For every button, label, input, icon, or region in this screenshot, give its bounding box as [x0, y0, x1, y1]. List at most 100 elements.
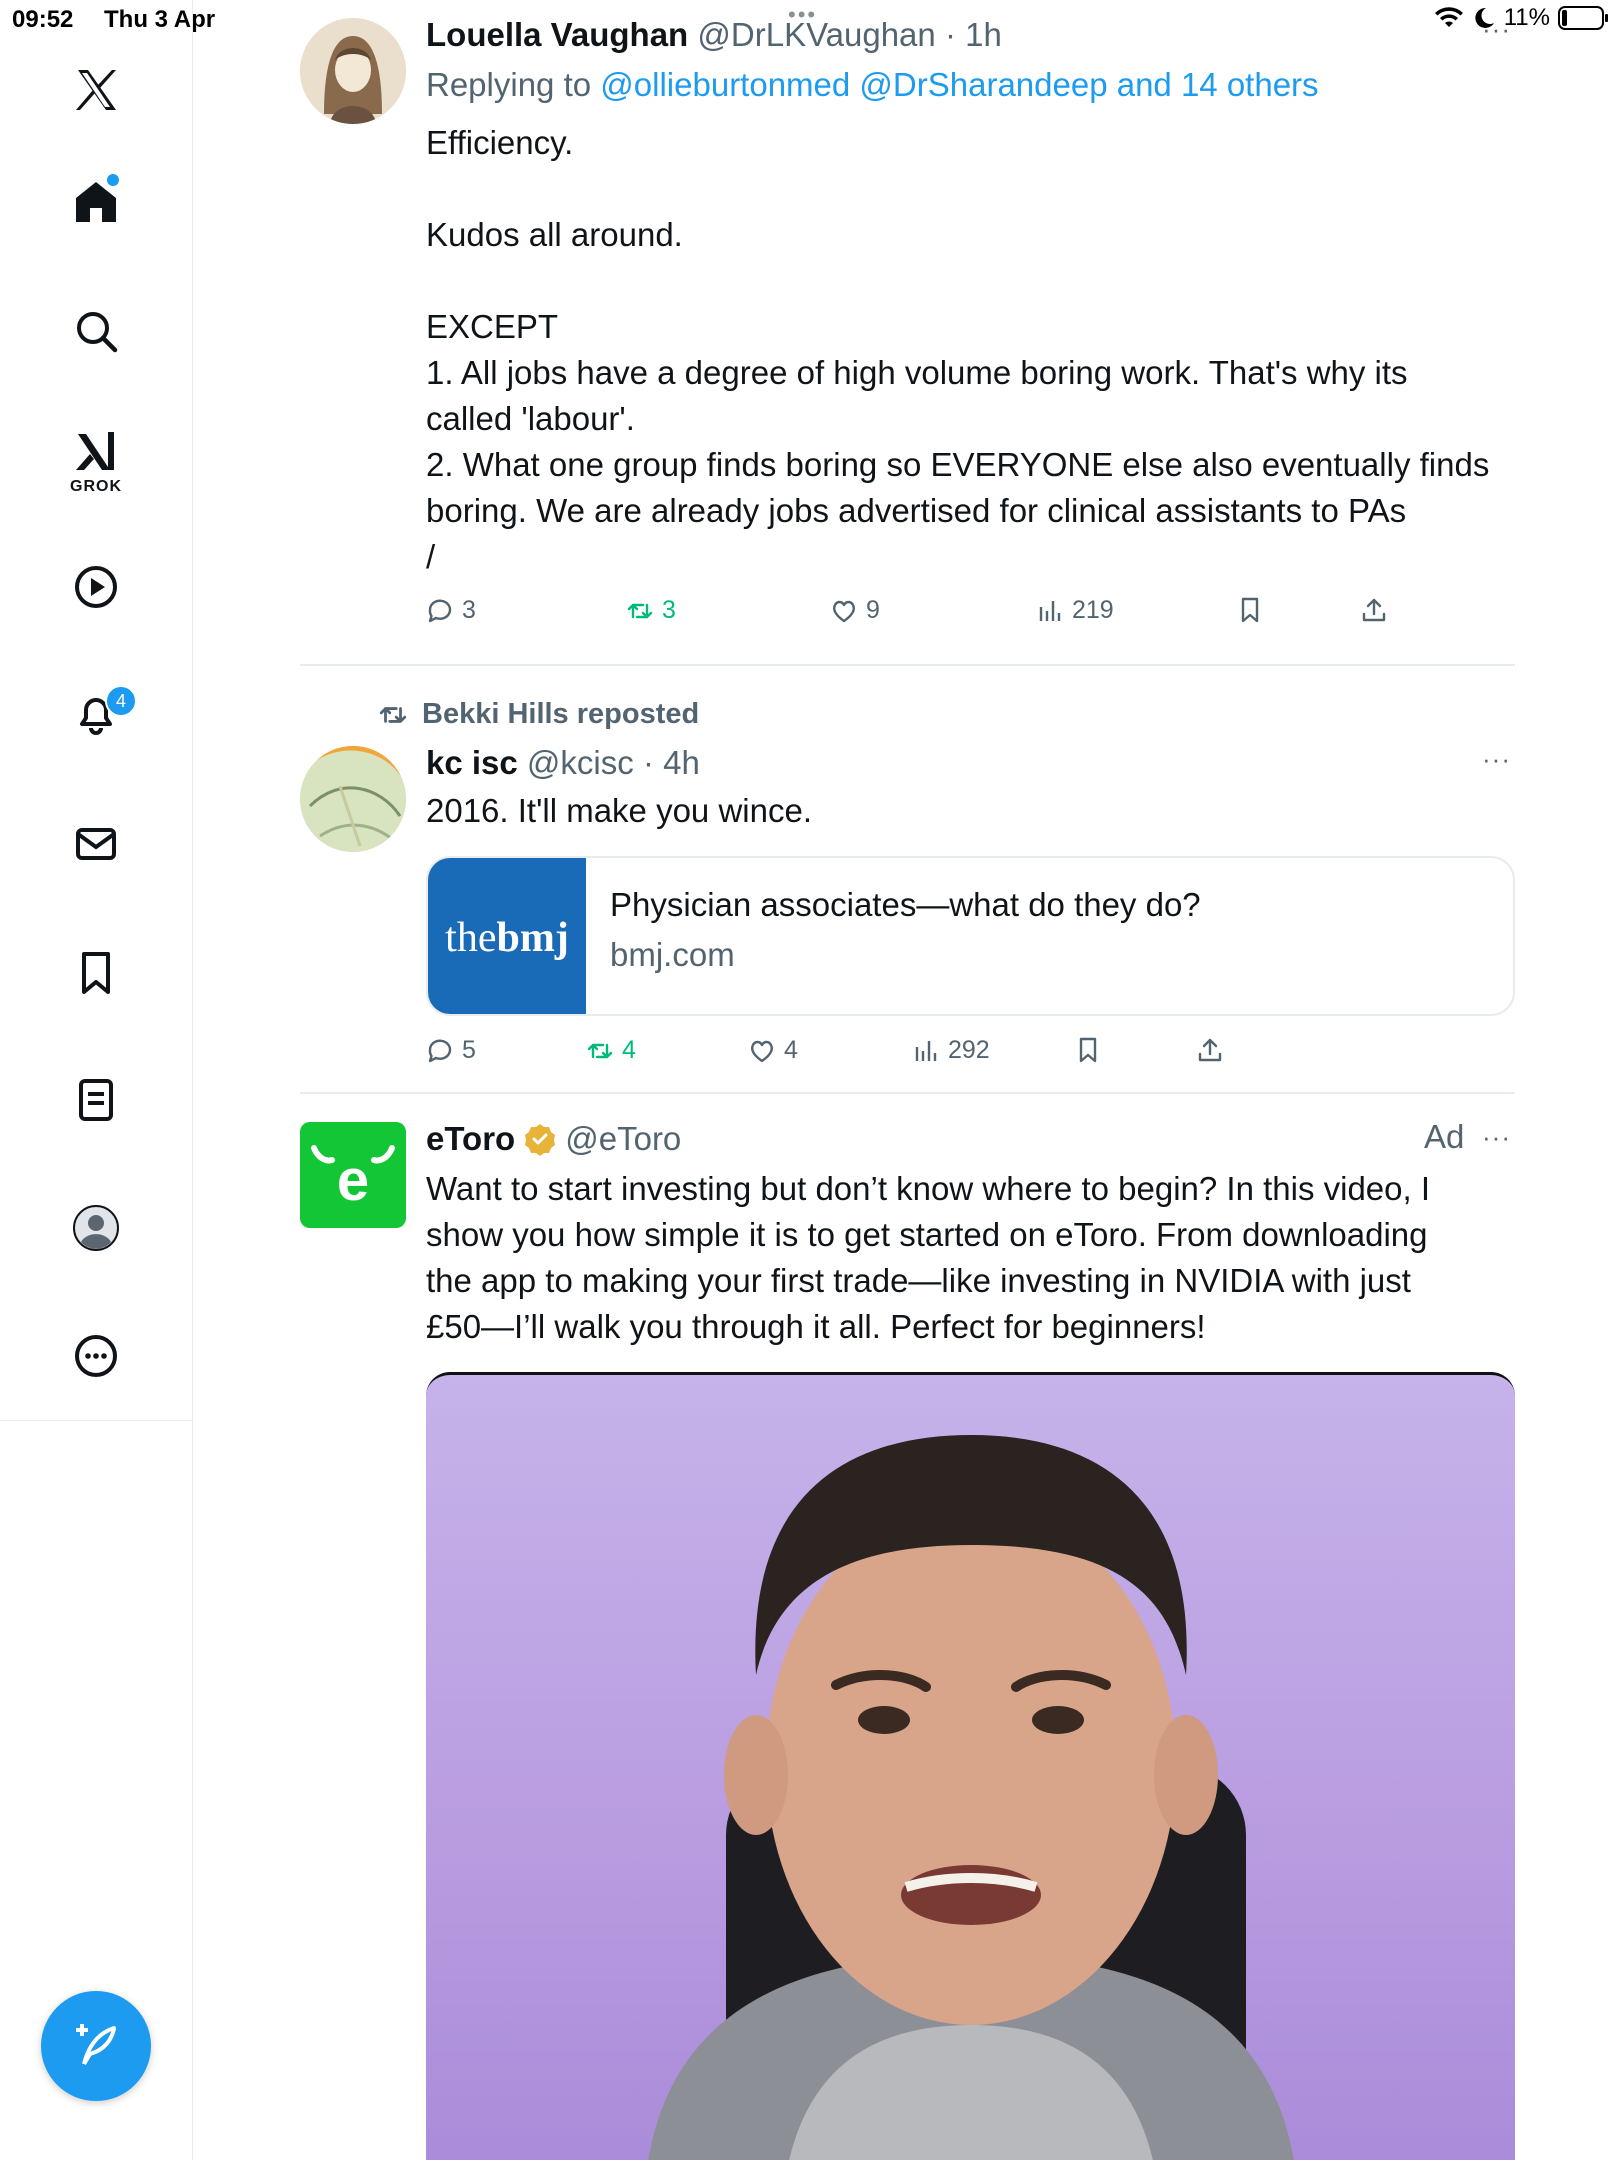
- compose-button[interactable]: [41, 1991, 151, 2101]
- author-handle[interactable]: @eToro: [565, 1116, 681, 1162]
- author-name[interactable]: eToro: [426, 1116, 515, 1162]
- home-unread-dot: [107, 174, 119, 186]
- views-button[interactable]: 219: [1036, 596, 1114, 625]
- tweet-line: 1. All jobs have a degree of high volume…: [426, 354, 1408, 391]
- tweet-line: 2. What one group finds boring so EVERYO…: [426, 446, 1490, 483]
- like-button[interactable]: 9: [830, 596, 880, 625]
- author-handle[interactable]: @DrLKVaughan: [697, 16, 935, 53]
- repost-context[interactable]: Bekki Hills reposted: [378, 698, 699, 731]
- reply-button[interactable]: 5: [426, 1036, 476, 1065]
- repost-button[interactable]: 3: [626, 596, 676, 625]
- ad-label: Ad: [1424, 1118, 1465, 1155]
- tweet-actions: 3 3 9 219: [426, 596, 1426, 636]
- video-player[interactable]: [426, 1372, 1515, 2160]
- author-name[interactable]: kc isc: [426, 744, 518, 781]
- author-name[interactable]: Louella Vaughan: [426, 16, 688, 53]
- sidebar-divider: [0, 1420, 193, 1421]
- tweet-header: eToro @eToro: [426, 1116, 681, 1162]
- bmj-logo-light: the: [445, 915, 497, 961]
- more-icon[interactable]: [66, 1326, 126, 1386]
- lists-icon[interactable]: [66, 1070, 126, 1130]
- heart-icon: [750, 1040, 774, 1062]
- repost-count: 3: [662, 596, 676, 624]
- grok-label: GROK: [70, 478, 122, 495]
- reply-count: 3: [462, 596, 476, 624]
- share-icon: [1198, 1038, 1222, 1062]
- view-count: 219: [1072, 596, 1114, 624]
- tweet-line: Want to start investing but don’t know w…: [426, 1170, 1431, 1207]
- views-button[interactable]: 292: [912, 1036, 990, 1065]
- more-options-icon[interactable]: ···: [1482, 1122, 1511, 1153]
- tweet-line: £50—I’ll walk you through it all. Perfec…: [426, 1308, 1206, 1345]
- tweet-line: Efficiency.: [426, 124, 574, 161]
- repost-button[interactable]: 4: [586, 1036, 636, 1065]
- bookmark-button[interactable]: [1074, 1036, 1102, 1064]
- video-frame: [648, 1435, 1294, 2160]
- tweet-line: called 'labour'.: [426, 400, 635, 437]
- share-icon: [1362, 598, 1386, 622]
- link-card[interactable]: the bmj Physician associates—what do they…: [426, 856, 1515, 1016]
- tweet-line: boring. We are already jobs advertised f…: [426, 492, 1407, 529]
- more-options-icon[interactable]: ···: [1482, 14, 1511, 45]
- tweet-line: Kudos all around.: [426, 216, 683, 253]
- tweet-header: Louella Vaughan @DrLKVaughan · 1h: [426, 12, 1002, 58]
- tweet-line: [426, 166, 1489, 212]
- like-button[interactable]: 4: [748, 1036, 798, 1065]
- replying-to-label: Replying to: [426, 66, 592, 103]
- reply-icon: [428, 1039, 452, 1062]
- bookmark-icon: [1079, 1037, 1097, 1063]
- heart-icon: [832, 600, 856, 622]
- sidebar: GROK 4: [0, 0, 193, 2160]
- bookmark-button[interactable]: [1236, 596, 1264, 624]
- bmj-logo: the bmj: [428, 858, 586, 1014]
- view-count: 292: [948, 1036, 990, 1064]
- reply-context: Replying to @ollieburtonmed @DrSharandee…: [426, 62, 1319, 108]
- reply-icon: [428, 599, 452, 622]
- tweet-line: /: [426, 538, 436, 575]
- repost-icon: [627, 603, 653, 618]
- grok-icon[interactable]: [66, 422, 126, 482]
- tweet-body: Want to start investing but don’t know w…: [426, 1166, 1430, 1350]
- repost-icon: [379, 706, 407, 723]
- share-button[interactable]: [1196, 1036, 1224, 1064]
- tweet-line: EXCEPT: [426, 308, 559, 345]
- views-icon: [915, 1040, 937, 1061]
- author-handle[interactable]: @kcisc: [527, 744, 634, 781]
- repost-count: 4: [622, 1036, 636, 1064]
- wifi-icon: [1434, 7, 1463, 27]
- status-indicators: 11%: [1434, 4, 1610, 32]
- share-button[interactable]: [1360, 596, 1388, 624]
- etoro-logo[interactable]: e: [300, 1122, 406, 1228]
- compose-icon: [76, 2024, 116, 2066]
- tweet-time[interactable]: · 4h: [643, 744, 700, 781]
- tweet-time[interactable]: · 1h: [945, 16, 1002, 53]
- reply-button[interactable]: 3: [426, 596, 476, 625]
- like-count: 4: [784, 1036, 798, 1064]
- battery-icon: [1558, 6, 1608, 30]
- messages-icon[interactable]: [66, 814, 126, 874]
- views-icon: [1039, 600, 1061, 621]
- etoro-logo-icon: e: [300, 1122, 406, 1228]
- avatar[interactable]: [300, 18, 406, 124]
- profile-icon[interactable]: [66, 1198, 126, 1258]
- tweet-line: the app to making your first trade—like …: [426, 1262, 1411, 1299]
- tweet-body: 2016. It'll make you wince.: [426, 792, 812, 829]
- tweet-divider: [300, 1092, 1515, 1094]
- card-domain: bmj.com: [610, 936, 735, 973]
- repost-label: Bekki Hills reposted: [422, 698, 700, 730]
- tweet-header: kc isc @kcisc · 4h: [426, 740, 700, 786]
- video-icon[interactable]: [66, 557, 126, 617]
- x-logo-icon[interactable]: [66, 60, 126, 120]
- reply-mentions[interactable]: @ollieburtonmed @DrSharandeep and 14 oth…: [600, 66, 1318, 103]
- verified-badge-icon: [525, 1124, 556, 1156]
- bookmarks-icon[interactable]: [66, 943, 126, 1003]
- notifications-badge: 4: [105, 685, 137, 717]
- bookmark-icon: [1241, 597, 1259, 623]
- more-options-icon[interactable]: ···: [1482, 744, 1511, 775]
- reply-count: 5: [462, 1036, 476, 1064]
- avatar[interactable]: [300, 746, 406, 852]
- tweet-line: show you how simple it is to get started…: [426, 1216, 1428, 1253]
- card-title: Physician associates—what do they do?: [610, 886, 1201, 923]
- etoro-logo-letter: e: [337, 1148, 369, 1213]
- search-icon[interactable]: [66, 301, 126, 361]
